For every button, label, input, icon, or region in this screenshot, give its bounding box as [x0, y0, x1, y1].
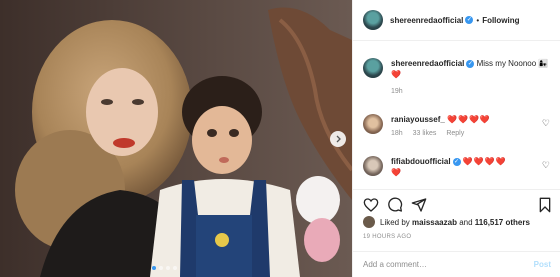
- carousel-dot: [159, 266, 163, 270]
- heart-icon[interactable]: ♡: [542, 160, 550, 171]
- comment-icon[interactable]: [387, 197, 403, 213]
- carousel-dot: [173, 266, 177, 270]
- comment-text-line2: ❤️: [391, 168, 402, 177]
- chevron-right-icon: [336, 135, 341, 143]
- bookmark-icon[interactable]: [537, 197, 553, 213]
- commenter-username[interactable]: raniayoussef_: [391, 115, 445, 124]
- commenter-username[interactable]: fifiabdouofficial: [391, 157, 451, 166]
- likes-conj: and: [459, 217, 473, 227]
- add-comment-bar: Post: [353, 251, 560, 277]
- post-header: shereenredaofficial ✓ • Following: [353, 0, 560, 41]
- carousel-indicator: [152, 266, 177, 270]
- comment-text: ❤️❤️❤️❤️: [447, 115, 491, 124]
- commenter-avatar[interactable]: [363, 114, 383, 134]
- author-avatar[interactable]: [363, 10, 383, 30]
- comment-likes[interactable]: 33 likes: [413, 130, 437, 137]
- heart-icon[interactable]: [363, 197, 379, 213]
- comment-meta: 18h 33 likes Reply: [391, 130, 491, 137]
- verified-badge-icon: ✓: [452, 157, 461, 166]
- action-bar: [353, 189, 560, 219]
- verified-badge-icon: ✓: [465, 16, 474, 24]
- caption-line: shereenredaofficial ✓ Miss my Noonoo 👩‍👧❤…: [391, 58, 553, 80]
- comment-time[interactable]: 18h: [391, 130, 403, 137]
- following-button[interactable]: Following: [482, 16, 519, 25]
- caption-username[interactable]: shereenredaofficial: [391, 59, 464, 68]
- liker-username[interactable]: maissaazab: [412, 218, 457, 227]
- carousel-dot: [152, 266, 156, 270]
- share-icon[interactable]: [411, 197, 427, 213]
- instagram-post: shereenredaofficial ✓ • Following sheree…: [0, 0, 560, 277]
- caption-avatar[interactable]: [363, 58, 383, 78]
- verified-badge-icon: ✓: [466, 59, 475, 68]
- photo-image: [0, 0, 352, 277]
- caption-meta: 19h: [391, 88, 553, 95]
- commenter-avatar[interactable]: [363, 156, 383, 176]
- likes-count[interactable]: 116,517 others: [475, 218, 530, 227]
- caption-time[interactable]: 19h: [391, 88, 403, 95]
- reply-button[interactable]: Reply: [446, 130, 464, 137]
- header-separator: •: [476, 15, 480, 25]
- post-timestamp[interactable]: 19 HOURS AGO: [363, 234, 411, 240]
- post-photo[interactable]: [0, 0, 352, 277]
- comment-text: ❤️❤️❤️❤️: [462, 157, 507, 166]
- author-username[interactable]: shereenredaofficial: [390, 16, 463, 25]
- post-details-panel: shereenredaofficial ✓ • Following sheree…: [352, 0, 560, 277]
- next-slide-button[interactable]: [330, 131, 346, 147]
- post-caption: shereenredaofficial ✓ Miss my Noonoo 👩‍👧❤…: [363, 58, 553, 95]
- comment-item: raniayoussef_ ❤️❤️❤️❤️ 18h 33 likes Repl…: [363, 114, 553, 137]
- likes-summary: Liked by maissaazab and 116,517 others: [363, 216, 530, 228]
- liker-avatar[interactable]: [363, 216, 375, 228]
- comment-item: fifiabdouofficial ✓ ❤️❤️❤️❤️ ❤️: [363, 156, 553, 178]
- likes-prefix: Liked by: [380, 217, 410, 227]
- carousel-dot: [166, 266, 170, 270]
- comment-line: fifiabdouofficial ✓ ❤️❤️❤️❤️: [391, 156, 507, 167]
- post-comment-button[interactable]: Post: [534, 260, 551, 269]
- comment-input[interactable]: [363, 260, 513, 269]
- caption-text: Miss my Noonoo: [476, 59, 537, 68]
- heart-icon[interactable]: ♡: [542, 118, 550, 129]
- comment-line: raniayoussef_ ❤️❤️❤️❤️: [391, 114, 491, 125]
